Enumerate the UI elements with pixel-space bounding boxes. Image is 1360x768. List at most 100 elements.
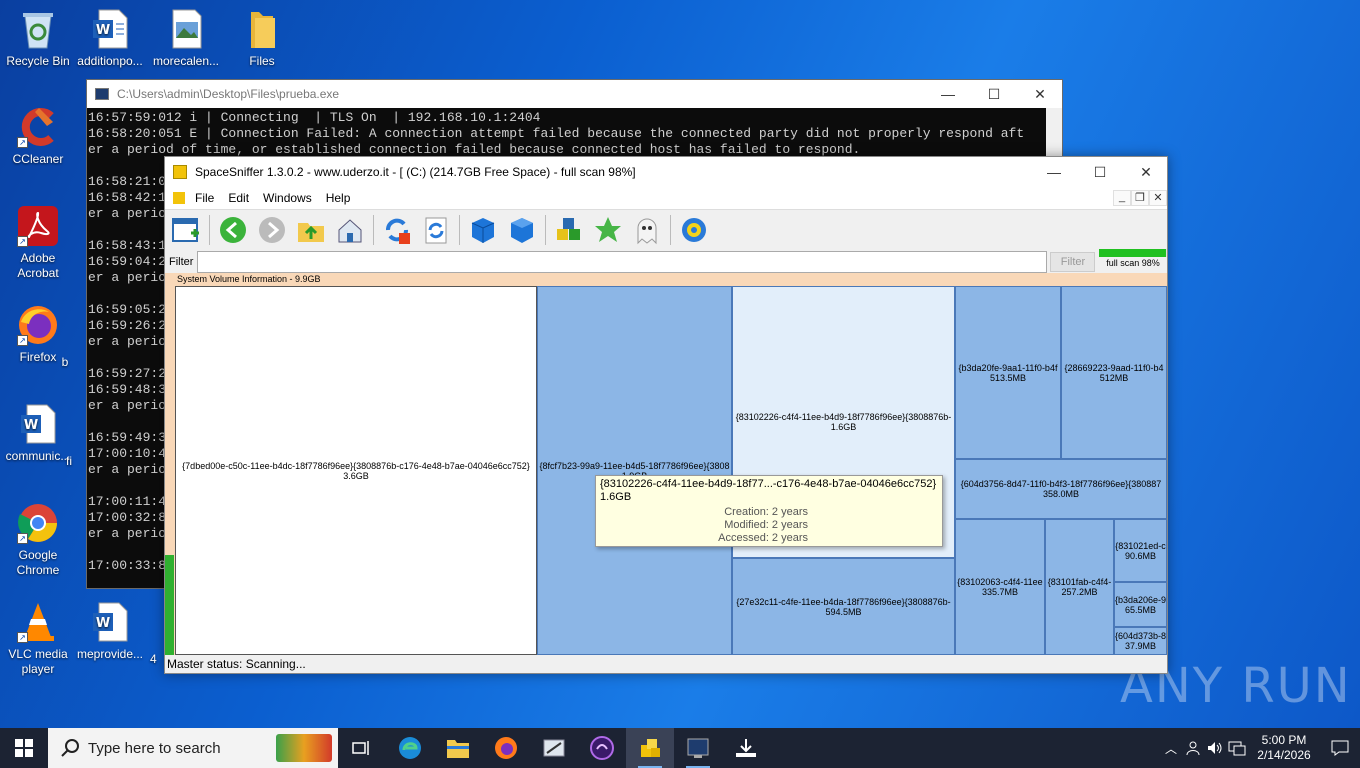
minimize-button[interactable]: — (1031, 158, 1077, 186)
taskbar-console[interactable] (674, 728, 722, 768)
tray-people-button[interactable] (1182, 728, 1204, 768)
home-button[interactable] (333, 213, 367, 247)
spacesniffer-icon (641, 739, 660, 757)
treemap-block[interactable]: {27e32c11-c4fe-11ee-b4da-18f7786f96ee}{3… (732, 558, 955, 655)
filter-input[interactable] (197, 251, 1048, 273)
treemap-block[interactable]: {7dbed00e-c50c-11ee-b4dc-18f7786f96ee}{3… (175, 286, 537, 655)
favorites-button[interactable] (591, 213, 625, 247)
desktop-icon-ccleaner[interactable]: ↗ CCleaner (0, 106, 76, 167)
toolbar-separator (459, 214, 460, 245)
taskbar-search-box[interactable]: Type here to search (48, 728, 338, 768)
menu-windows[interactable]: Windows (263, 191, 312, 205)
new-view-button[interactable] (169, 213, 203, 247)
spacesniffer-app-icon (173, 165, 187, 179)
tooltip-modified: Modified: 2 years (724, 519, 808, 531)
menu-edit[interactable]: Edit (228, 191, 249, 205)
treemap-block[interactable]: {8fcf7b23-99a9-11ee-b4d5-18f7786f96ee}{3… (537, 286, 732, 655)
desktop-icon-label: VLC media player (8, 647, 68, 676)
treemap-block[interactable]: {83102063-c4f4-11ee 335.7MB (955, 519, 1045, 655)
notification-icon (1331, 740, 1349, 756)
block-name: {7dbed00e-c50c-11ee-b4dc-18f7786f96ee}{3… (182, 460, 530, 471)
close-button[interactable]: ✕ (1123, 158, 1169, 186)
block-size: 512MB (1099, 372, 1129, 383)
desktop-icon-morecalen[interactable]: morecalen... (148, 8, 224, 69)
task-view-icon (352, 741, 369, 755)
start-button[interactable] (0, 728, 48, 768)
mdi-minimize-button[interactable]: _ (1113, 190, 1131, 206)
task-view-button[interactable] (338, 728, 386, 768)
taskbar-edge[interactable] (386, 728, 434, 768)
forward-button[interactable] (255, 213, 289, 247)
refresh-button[interactable] (419, 213, 453, 247)
mdi-restore-button[interactable]: ❐ (1131, 190, 1149, 206)
desktop-icon-recycle-bin[interactable]: Recycle Bin (0, 8, 76, 69)
desktop-icon-meprovide[interactable]: W meprovide... (72, 601, 148, 662)
block-name: {831021ed-c (1115, 540, 1166, 551)
filter-label: Filter (169, 256, 194, 268)
desktop-icon-additionpo[interactable]: W additionpo... (72, 8, 148, 69)
menu-file[interactable]: File (195, 191, 214, 205)
maximize-button[interactable]: ☐ (971, 80, 1017, 108)
clock[interactable]: 5:00 PM 2/14/2026 (1248, 733, 1320, 763)
treemap-block[interactable]: {b3da206e-9 65.5MB (1114, 582, 1167, 627)
search-icon (61, 739, 79, 757)
treemap-block[interactable]: {28669223-9aad-11f0-b4 512MB (1061, 286, 1167, 459)
desktop-icon-communic[interactable]: W communic... (0, 403, 76, 464)
treemap-block[interactable]: {83101fab-c4f4- 257.2MB (1045, 519, 1114, 655)
tray-network-button[interactable] (1226, 728, 1248, 768)
desktop-icon-label: Recycle Bin (6, 54, 70, 68)
menu-help[interactable]: Help (326, 191, 351, 205)
spacesniffer-window[interactable]: SpaceSniffer 1.3.0.2 - www.uderzo.it - [… (164, 156, 1168, 674)
taskbar-app-download[interactable] (722, 728, 770, 768)
spacesniffer-menu-icon (173, 192, 185, 204)
block-size: 358.0MB (1042, 489, 1080, 499)
desktop-icon-adobe-acrobat[interactable]: ↗ Adobe Acrobat (0, 205, 76, 281)
tags-button[interactable] (552, 213, 586, 247)
edge-icon (399, 737, 421, 759)
treemap-block[interactable]: {604d373b-8 37.9MB (1114, 627, 1167, 655)
block-size: 335.7MB (981, 587, 1019, 597)
block-size: 1.6GB (830, 422, 857, 432)
parent-folder-button[interactable] (294, 213, 328, 247)
taskbar-app-purple[interactable] (578, 728, 626, 768)
toolbar (165, 209, 1167, 249)
settings-button[interactable] (677, 213, 711, 247)
treemap[interactable]: System Volume Information - 9.9GB {7dbed… (165, 273, 1167, 655)
block-name: {27e32c11-c4fe-11ee-b4da-18f7786f96ee}{3… (736, 596, 951, 607)
word-doc-icon: W (89, 8, 131, 50)
shortcut-arrow-icon: ↗ (17, 533, 28, 544)
zoom-in-button[interactable] (466, 213, 500, 247)
taskbar-spacesniffer[interactable] (626, 728, 674, 768)
close-button[interactable]: ✕ (1017, 80, 1063, 108)
treemap-header[interactable]: System Volume Information - 9.9GB (165, 273, 1167, 286)
spacesniffer-titlebar[interactable]: SpaceSniffer 1.3.0.2 - www.uderzo.it - [… (165, 157, 1167, 187)
filter-button[interactable]: Filter (1050, 252, 1096, 272)
taskbar-app-tool[interactable] (530, 728, 578, 768)
people-icon (1186, 741, 1200, 756)
desktop-icon-files[interactable]: Files (224, 8, 300, 69)
block-name: {604d3756-8d47-11f0-b4f3-18f7786f96ee}{3… (960, 479, 1162, 489)
tooltip-accessed: Accessed: 2 years (718, 532, 808, 544)
taskbar-file-explorer[interactable] (434, 728, 482, 768)
mdi-close-button[interactable]: ✕ (1149, 190, 1167, 206)
zoom-out-button[interactable] (505, 213, 539, 247)
console-titlebar[interactable]: C:\Users\admin\Desktop\Files\prueba.exe … (87, 80, 1062, 108)
notification-center-button[interactable] (1320, 728, 1360, 768)
desktop-icon-google-chrome[interactable]: ↗ Google Chrome (0, 502, 76, 578)
tray-volume-button[interactable] (1204, 728, 1226, 768)
taskbar-firefox[interactable] (482, 728, 530, 768)
desktop-icon-label: meprovide... (76, 647, 144, 661)
word-doc-icon: W (17, 403, 59, 445)
minimize-button[interactable]: — (925, 80, 971, 108)
desktop-icon-vlc[interactable]: ↗ VLC media player (0, 601, 76, 677)
ghost-button[interactable] (630, 213, 664, 247)
shortcut-arrow-icon: ↗ (17, 236, 28, 247)
treemap-block[interactable]: {831021ed-c 90.6MB (1114, 519, 1167, 582)
treemap-block[interactable]: {604d3756-8d47-11f0-b4f3-18f7786f96ee}{3… (955, 459, 1167, 519)
maximize-button[interactable]: ☐ (1077, 158, 1123, 186)
refresh-stop-button[interactable] (380, 213, 414, 247)
treemap-block[interactable]: {b3da20fe-9aa1-11f0-b4f 513.5MB (955, 286, 1061, 459)
tray-overflow-button[interactable]: ︿ (1160, 728, 1182, 768)
chrome-icon: ↗ (17, 502, 59, 544)
back-button[interactable] (216, 213, 250, 247)
